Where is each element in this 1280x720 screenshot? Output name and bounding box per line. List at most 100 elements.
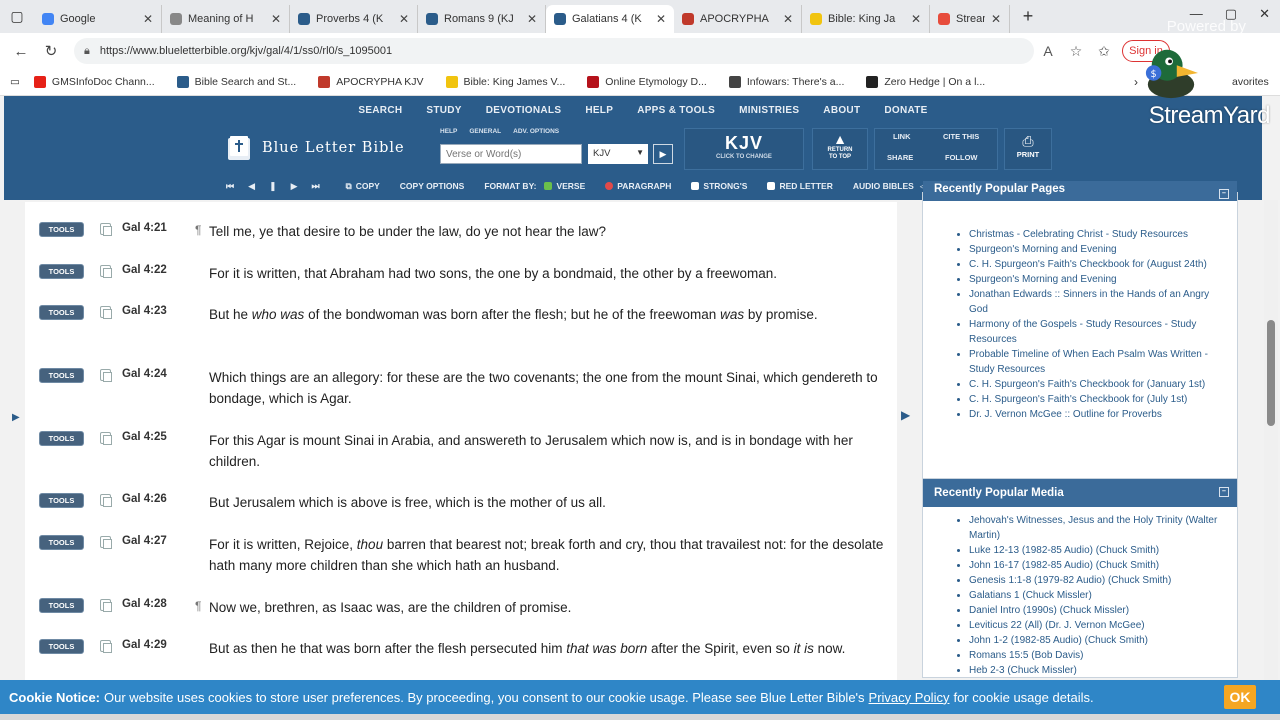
close-tab-icon[interactable]: ✕ bbox=[911, 12, 921, 26]
verse-tools-button[interactable]: TOOLS bbox=[39, 535, 84, 550]
copy-verse-icon[interactable] bbox=[100, 306, 112, 319]
sidebar-link[interactable]: Heb 2-3 (Chuck Missler) bbox=[969, 663, 1219, 677]
audio-bibles-button[interactable]: AUDIO BIBLES◁) bbox=[853, 181, 929, 192]
top-nav-item[interactable]: DONATE bbox=[884, 96, 927, 124]
tab-actions-icon[interactable]: ▢ bbox=[0, 0, 34, 33]
sidebar-link[interactable]: C. H. Spurgeon's Faith's Checkbook for (… bbox=[969, 392, 1219, 407]
top-nav-item[interactable]: SEARCH bbox=[358, 96, 402, 124]
sidebar-link[interactable]: C. H. Spurgeon's Faith's Checkbook for (… bbox=[969, 377, 1219, 392]
cookie-ok-button[interactable]: OK bbox=[1224, 685, 1256, 709]
verse-reference[interactable]: Gal 4:23 bbox=[122, 305, 167, 317]
sidebar-collapse-icon[interactable]: ▶ bbox=[901, 408, 910, 422]
link-button[interactable]: LINK bbox=[893, 132, 911, 141]
copy-verse-icon[interactable] bbox=[100, 536, 112, 549]
new-tab-button[interactable]: + bbox=[1018, 6, 1038, 27]
sidebar-link[interactable]: C. H. Spurgeon's Faith's Checkbook for (… bbox=[969, 257, 1219, 272]
return-to-top-button[interactable]: ▲ RETURN TO TOP bbox=[812, 128, 868, 170]
search-adv-options-link[interactable]: ADV. OPTIONS bbox=[513, 128, 559, 135]
verse-tools-button[interactable]: TOOLS bbox=[39, 305, 84, 320]
verse-tools-button[interactable]: TOOLS bbox=[39, 598, 84, 613]
sidebar-link[interactable]: Genesis 1:1-8 (1979-82 Audio) (Chuck Smi… bbox=[969, 573, 1219, 588]
verse-search-input[interactable] bbox=[440, 144, 582, 164]
verse-tools-button[interactable]: TOOLS bbox=[39, 368, 84, 383]
sidebar-link[interactable]: John 1-2 (1982-85 Audio) (Chuck Smith) bbox=[969, 633, 1219, 648]
version-change-button[interactable]: KJV CLICK TO CHANGE bbox=[684, 128, 804, 170]
bookmark-item[interactable]: Bible Search and St... bbox=[176, 76, 296, 88]
search-general-link[interactable]: GENERAL bbox=[469, 128, 501, 135]
close-tab-icon[interactable]: ✕ bbox=[527, 12, 537, 26]
top-nav-item[interactable]: ABOUT bbox=[823, 96, 860, 124]
sidebar-link[interactable]: Probable Timeline of When Each Psalm Was… bbox=[969, 347, 1219, 377]
verse-reference[interactable]: Gal 4:21 bbox=[122, 222, 167, 234]
browser-tab[interactable]: Meaning of H ✕ bbox=[162, 5, 290, 33]
browser-tab[interactable]: Bible: King Ja ✕ bbox=[802, 5, 930, 33]
browser-tab[interactable]: Google ✕ bbox=[34, 5, 162, 33]
format-verse-option[interactable]: VERSE bbox=[544, 181, 585, 191]
sidebar-link[interactable]: Spurgeon's Morning and Evening bbox=[969, 242, 1219, 257]
close-tab-icon[interactable]: ✕ bbox=[656, 12, 666, 26]
refresh-icon[interactable]: ↻ bbox=[36, 42, 66, 60]
follow-button[interactable]: FOLLOW bbox=[945, 153, 978, 162]
sidebar-link[interactable]: Spurgeon's Morning and Evening bbox=[969, 272, 1219, 287]
sidebar-link[interactable]: Harmony of the Gospels - Study Resources… bbox=[969, 317, 1219, 347]
privacy-policy-link[interactable]: Privacy Policy bbox=[869, 690, 950, 705]
sidebar-link[interactable]: Daniel Intro (1990s) (Chuck Missler) bbox=[969, 603, 1219, 618]
top-nav-item[interactable]: APPS & TOOLS bbox=[637, 96, 715, 124]
prev-chapter-icon[interactable]: ◀ bbox=[248, 181, 255, 192]
close-tab-icon[interactable]: ✕ bbox=[399, 12, 409, 26]
sidebar-link[interactable]: Dr. J. Vernon McGee :: Outline for Prove… bbox=[969, 407, 1219, 422]
verse-tools-button[interactable]: TOOLS bbox=[39, 493, 84, 508]
browser-tab[interactable]: APOCRYPHA ✕ bbox=[674, 5, 802, 33]
strongs-toggle[interactable]: STRONG'S bbox=[691, 181, 747, 191]
browser-tab[interactable]: Romans 9 (KJ ✕ bbox=[418, 5, 546, 33]
sidebar-link[interactable]: Jonathan Edwards :: Sinners in the Hands… bbox=[969, 287, 1219, 317]
close-tab-icon[interactable]: ✕ bbox=[143, 12, 153, 26]
sidebar-link[interactable]: Luke 12-13 (1982-85 Audio) (Chuck Smith) bbox=[969, 543, 1219, 558]
favorites-icon[interactable]: ✩ bbox=[1090, 43, 1118, 60]
verse-tools-button[interactable]: TOOLS bbox=[39, 639, 84, 654]
bookmark-item[interactable]: APOCRYPHA KJV bbox=[318, 76, 424, 88]
site-logo[interactable]: Blue Letter Bible bbox=[226, 134, 405, 162]
first-chapter-icon[interactable]: ⏮ bbox=[226, 181, 234, 192]
url-field[interactable]: 🔒︎ https://www.blueletterbible.org/kjv/g… bbox=[74, 38, 1034, 64]
verse-tools-button[interactable]: TOOLS bbox=[39, 264, 84, 279]
last-chapter-icon[interactable]: ⏭ bbox=[312, 181, 320, 192]
sidebar-link[interactable]: Leviticus 22 (All) (Dr. J. Vernon McGee) bbox=[969, 618, 1219, 633]
favorite-star-icon[interactable]: ☆ bbox=[1062, 43, 1090, 60]
read-aloud-icon[interactable]: A bbox=[1034, 43, 1062, 59]
browser-tab[interactable]: Proverbs 4 (K ✕ bbox=[290, 5, 418, 33]
verse-tools-button[interactable]: TOOLS bbox=[39, 431, 84, 446]
sidebar-link[interactable]: Romans 15:5 (Bob Davis) bbox=[969, 648, 1219, 663]
top-nav-item[interactable]: STUDY bbox=[426, 96, 461, 124]
copy-button[interactable]: ⧉ COPY bbox=[346, 181, 380, 192]
verse-tools-button[interactable]: TOOLS bbox=[39, 222, 84, 237]
bookmark-item[interactable]: GMSInfoDoc Chann... bbox=[33, 76, 155, 88]
bookmark-item[interactable]: Zero Hedge | On a l... bbox=[866, 76, 985, 88]
verse-reference[interactable]: Gal 4:27 bbox=[122, 535, 167, 547]
sidebar-link[interactable]: John 16-17 (1982-85 Audio) (Chuck Smith) bbox=[969, 558, 1219, 573]
browser-tab[interactable]: Galatians 4 (K ✕ bbox=[546, 5, 674, 33]
search-go-button[interactable]: ▶ bbox=[653, 144, 673, 164]
page-scrollbar[interactable] bbox=[1264, 200, 1278, 720]
sidebar-link[interactable]: Galatians 1 (Chuck Missler) bbox=[969, 588, 1219, 603]
search-help-link[interactable]: HELP bbox=[440, 128, 457, 135]
sidebar-link[interactable]: Christmas - Celebrating Christ - Study R… bbox=[969, 227, 1219, 242]
bookmark-item[interactable]: Online Etymology D... bbox=[587, 76, 707, 88]
verse-reference[interactable]: Gal 4:24 bbox=[122, 368, 167, 380]
collapse-panel-icon[interactable]: – bbox=[1219, 189, 1229, 199]
print-button[interactable]: ⎙ PRINT bbox=[1004, 128, 1052, 170]
bookmarks-toggle-icon[interactable]: ▭ bbox=[10, 76, 20, 88]
bookmark-item[interactable]: Infowars: There's a... bbox=[728, 76, 844, 88]
verse-reference[interactable]: Gal 4:26 bbox=[122, 493, 167, 505]
close-tab-icon[interactable]: ✕ bbox=[783, 12, 793, 26]
top-nav-item[interactable]: DEVOTIONALS bbox=[486, 96, 562, 124]
collapse-panel-icon[interactable]: – bbox=[1219, 487, 1229, 497]
left-expand-icon[interactable]: ▶ bbox=[12, 412, 20, 423]
next-chapter-icon[interactable]: ▶ bbox=[291, 181, 298, 192]
copy-verse-icon[interactable] bbox=[100, 369, 112, 382]
copy-options-button[interactable]: COPY OPTIONS bbox=[400, 181, 465, 191]
copy-verse-icon[interactable] bbox=[100, 223, 112, 236]
browser-tab[interactable]: StreamYa ✕ bbox=[930, 5, 1010, 33]
format-paragraph-option[interactable]: PARAGRAPH bbox=[605, 181, 671, 191]
copy-verse-icon[interactable] bbox=[100, 494, 112, 507]
